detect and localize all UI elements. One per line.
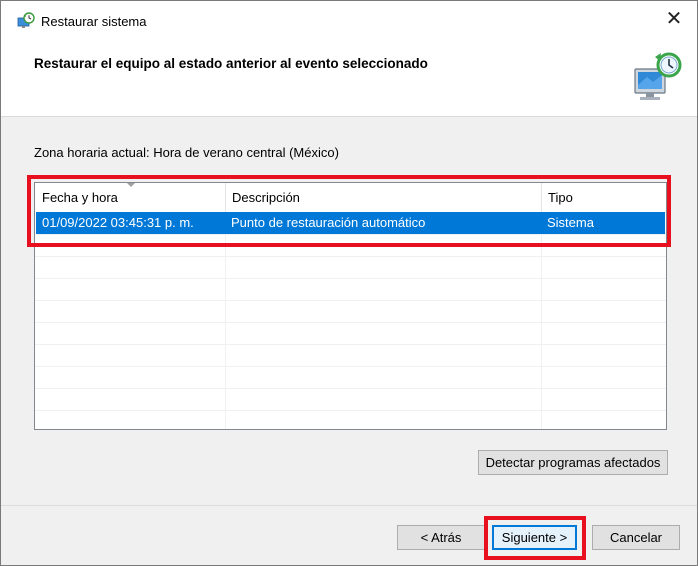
cancel-button[interactable]: Cancelar: [592, 525, 680, 550]
cell-date: 01/09/2022 03:45:31 p. m.: [42, 215, 194, 230]
grid-line: [35, 234, 666, 235]
restore-points-list[interactable]: Fecha y hora Descripción Tipo 01/09/2022…: [34, 182, 667, 430]
column-header-description[interactable]: Descripción: [225, 183, 541, 212]
detect-affected-programs-button[interactable]: Detectar programas afectados: [478, 450, 668, 475]
footer-separator: [1, 505, 697, 506]
close-button[interactable]: ✕: [651, 1, 697, 35]
table-row-selected[interactable]: 01/09/2022 03:45:31 p. m. Punto de resta…: [36, 212, 665, 234]
grid-line: [35, 300, 666, 301]
column-header-type[interactable]: Tipo: [541, 183, 666, 212]
system-restore-icon: [17, 12, 35, 28]
grid-line: [35, 322, 666, 323]
grid-line: [35, 366, 666, 367]
page-title: Restaurar el equipo al estado anterior a…: [34, 56, 428, 71]
cell-type: Sistema: [547, 215, 594, 230]
column-divider: [541, 212, 542, 429]
system-restore-window: Restaurar sistema ✕ Restaurar el equipo …: [0, 0, 698, 566]
cell-description: Punto de restauración automático: [231, 215, 426, 230]
sort-indicator-icon: [127, 183, 135, 187]
next-button[interactable]: Siguiente >: [492, 525, 577, 550]
grid-line: [35, 278, 666, 279]
grid-line: [35, 388, 666, 389]
timezone-label: Zona horaria actual: Hora de verano cent…: [34, 145, 339, 160]
system-restore-icon: [634, 52, 682, 100]
grid-line: [35, 256, 666, 257]
window-title: Restaurar sistema: [41, 14, 147, 29]
title-bar[interactable]: Restaurar sistema ✕: [1, 1, 697, 37]
back-button[interactable]: < Atrás: [397, 525, 485, 550]
wizard-header: Restaurar el equipo al estado anterior a…: [1, 37, 697, 117]
grid-line: [35, 344, 666, 345]
column-divider: [225, 212, 226, 429]
grid-line: [35, 410, 666, 411]
column-header-date[interactable]: Fecha y hora: [35, 183, 225, 212]
